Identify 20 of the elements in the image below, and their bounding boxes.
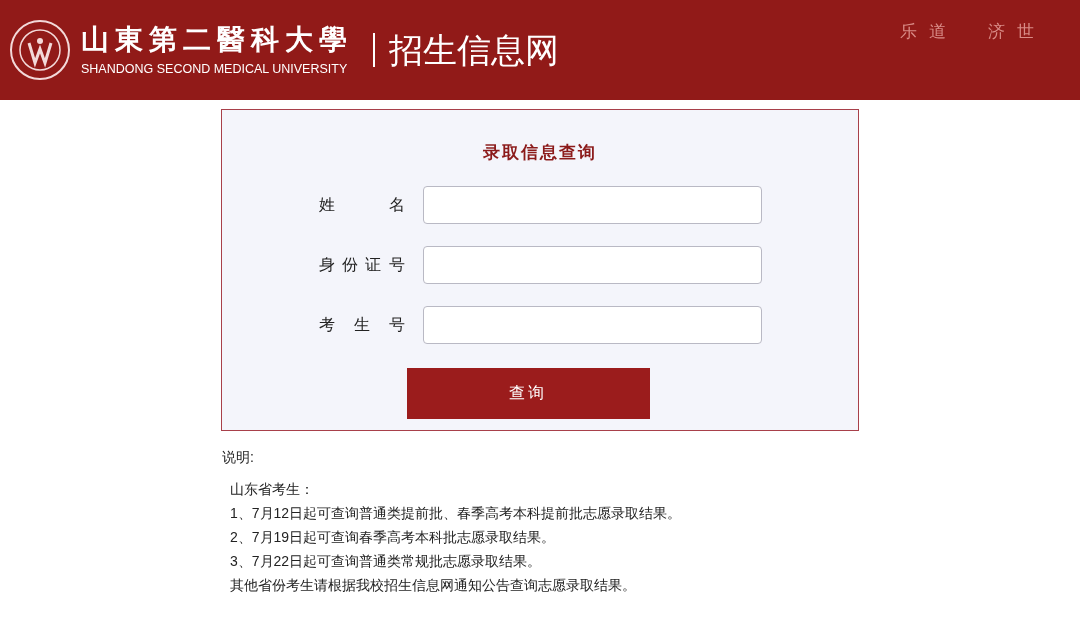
field-label: 考生号 xyxy=(318,314,405,335)
university-name-english: SHANDONG SECOND MEDICAL UNIVERSITY xyxy=(81,61,349,77)
input-field[interactable] xyxy=(422,185,762,224)
note-line: 1、7月12日起可查询普通类提前批、春季高考本科提前批志愿录取结果。 xyxy=(230,504,683,523)
motto-text: 乐道 xyxy=(900,20,958,44)
motto-text: 济世 xyxy=(988,20,1046,44)
field-label: 姓名 xyxy=(318,194,405,215)
university-emblem-icon xyxy=(9,19,71,81)
notes-heading: 说明: xyxy=(222,448,255,467)
site-title: 招生信息网 xyxy=(389,29,559,71)
query-button[interactable]: 查询 xyxy=(406,367,650,419)
university-name: 山東第二醫科大學 xyxy=(81,23,353,57)
note-line: 其他省份考生请根据我校招生信息网通知公告查询志愿录取结果。 xyxy=(230,576,637,595)
note-line: 2、7月19日起可查询春季高考本科批志愿录取结果。 xyxy=(230,528,557,547)
input-field[interactable] xyxy=(422,245,762,284)
form-title: 录取信息查询 xyxy=(483,142,597,164)
input-field[interactable] xyxy=(422,305,762,344)
note-line: 3、7月22日起可查询普通类常规批志愿录取结果。 xyxy=(230,552,543,571)
field-label: 身份证号 xyxy=(318,254,405,275)
note-line: 山东省考生： xyxy=(230,480,315,499)
